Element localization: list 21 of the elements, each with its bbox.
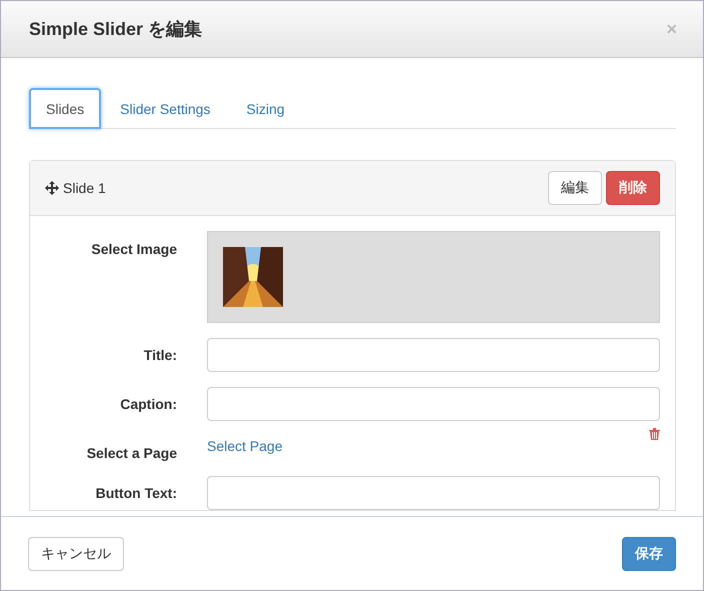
move-icon[interactable] [45, 181, 59, 195]
dialog-title: Simple Slider を編集 [29, 18, 202, 41]
tab[interactable]: Sizing [229, 88, 302, 129]
cancel-button[interactable]: キャンセル [28, 536, 124, 570]
trash-icon[interactable] [649, 428, 660, 440]
field-label: Caption: [119, 396, 177, 412]
save-button[interactable]: 保存 [622, 536, 676, 570]
tab[interactable]: Slides [29, 88, 102, 129]
edit-button[interactable]: 編集 [548, 171, 602, 205]
delete-button[interactable]: 削除 [606, 171, 660, 205]
tab[interactable]: Slider Settings [103, 88, 228, 129]
input-field[interactable] [207, 387, 660, 421]
field-label: Select Image [90, 240, 177, 257]
input-field[interactable] [207, 338, 660, 372]
input-field[interactable] [207, 476, 660, 510]
field-label: Select a Page [86, 444, 177, 461]
field-label: Title: [142, 347, 177, 363]
slide-title: Slide 1 [63, 180, 106, 196]
select-page-link[interactable]: Select Page [207, 436, 282, 454]
field-label: Button Text: [94, 485, 177, 501]
image-well[interactable] [207, 231, 660, 323]
